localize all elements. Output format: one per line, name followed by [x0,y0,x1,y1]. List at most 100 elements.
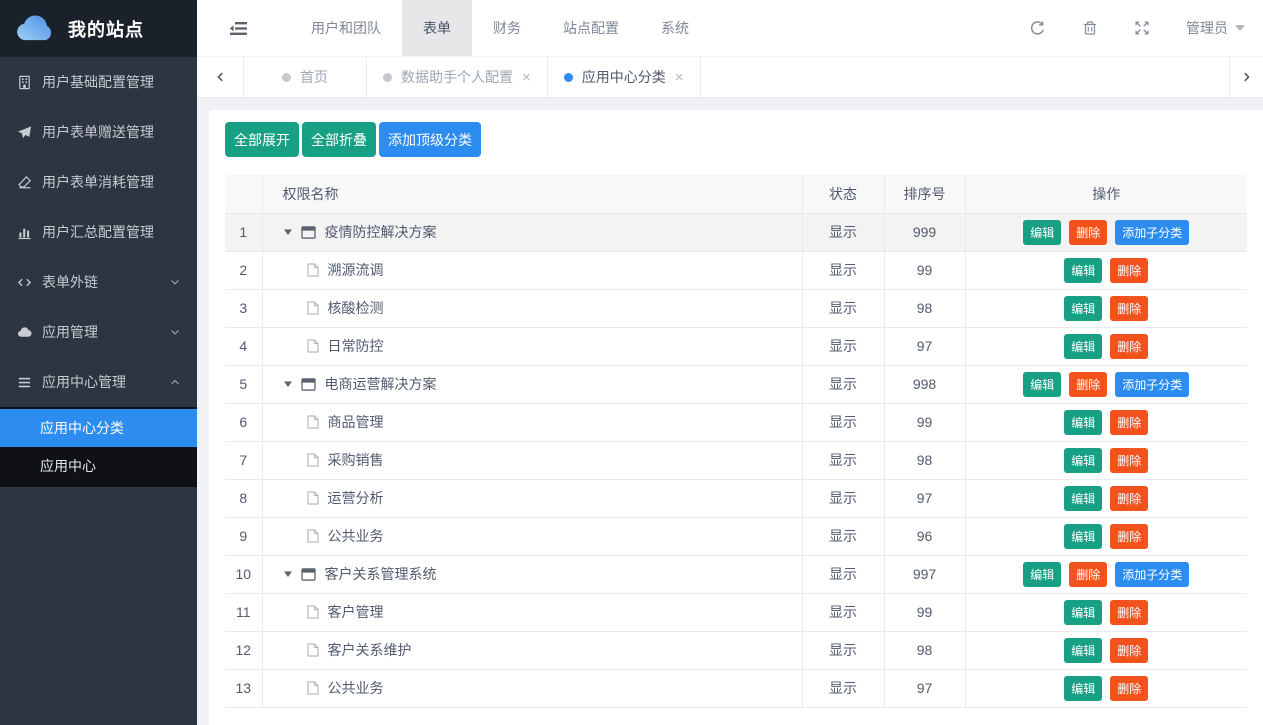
add-child-button[interactable]: 添加子分类 [1115,372,1189,397]
tab-item[interactable]: 首页 [244,57,367,97]
edit-button[interactable]: 编辑 [1023,562,1061,587]
delete-button[interactable]: 删除 [1110,296,1148,321]
row-index: 1 [225,213,262,251]
close-tab-icon[interactable]: × [522,70,531,85]
top-menu-item[interactable]: 表单 [402,0,472,56]
tab-label: 应用中心分类 [582,67,666,87]
sidebar-item[interactable]: 用户表单赠送管理 [0,107,197,157]
sidebar-item[interactable]: 用户基础配置管理 [0,57,197,107]
top-menu-item[interactable]: 财务 [472,0,542,56]
sidebar-item[interactable]: 用户汇总配置管理 [0,207,197,257]
sidebar-item-label: 用户基础配置管理 [42,72,181,92]
edit-button[interactable]: 编辑 [1064,448,1102,473]
delete-button[interactable]: 删除 [1110,524,1148,549]
admin-dropdown[interactable]: 管理员 [1186,18,1245,38]
edit-button[interactable]: 编辑 [1023,220,1061,245]
row-sort-number: 997 [884,555,965,593]
sidebar-subitem-label: 应用中心 [40,456,96,476]
sidebar-subitem[interactable]: 应用中心分类 [0,409,197,447]
edit-button[interactable]: 编辑 [1064,334,1102,359]
category-name: 溯源流调 [328,260,384,280]
add-child-button[interactable]: 添加子分类 [1115,220,1189,245]
tab-item[interactable]: 应用中心分类 × [548,57,701,97]
row-status: 显示 [802,213,884,251]
delete-button[interactable]: 删除 [1110,334,1148,359]
sidebar-item[interactable]: 表单外链 [0,257,197,307]
row-sort-number: 98 [884,289,965,327]
delete-button[interactable]: 删除 [1069,372,1107,397]
delete-button[interactable]: 删除 [1069,220,1107,245]
row-sort-number: 97 [884,669,965,707]
chevron-down-icon [169,276,181,288]
main-area: 用户和团队表单财务站点配置系统 管理 [197,0,1263,725]
page-content: 全部展开 全部折叠 添加顶级分类 权限名称 状态 排序号 操作 1疫情防控解决方… [197,98,1263,725]
add-child-button[interactable]: 添加子分类 [1115,562,1189,587]
sidebar-item[interactable]: 应用管理 [0,307,197,357]
edit-button[interactable]: 编辑 [1064,258,1102,283]
delete-button[interactable]: 删除 [1110,448,1148,473]
collapse-all-button[interactable]: 全部折叠 [302,122,376,157]
tab-status-dot [383,73,392,82]
row-status: 显示 [802,251,884,289]
top-menu-item[interactable]: 站点配置 [542,0,640,56]
delete-button[interactable]: 删除 [1110,600,1148,625]
delete-button[interactable]: 删除 [1110,486,1148,511]
edit-button[interactable]: 编辑 [1064,296,1102,321]
edit-button[interactable]: 编辑 [1064,638,1102,663]
row-actions: 编辑删除添加子分类 [965,365,1247,403]
add-top-category-button[interactable]: 添加顶级分类 [379,122,481,157]
top-menu-item[interactable]: 用户和团队 [290,0,402,56]
tree-collapse-icon[interactable] [283,227,293,237]
tab-item[interactable]: 数据助手个人配置× [367,57,548,97]
trash-icon[interactable] [1082,20,1098,36]
edit-button[interactable]: 编辑 [1023,372,1061,397]
content-card: 全部展开 全部折叠 添加顶级分类 权限名称 状态 排序号 操作 1疫情防控解决方… [209,110,1263,725]
file-icon [307,529,319,543]
sidebar-fold-icon[interactable] [229,21,248,36]
row-sort-number: 998 [884,365,965,403]
edit-button[interactable]: 编辑 [1064,410,1102,435]
row-status: 显示 [802,593,884,631]
top-menu-item-label: 财务 [493,18,521,38]
row-status: 显示 [802,365,884,403]
table-row: 7采购销售显示98编辑删除 [225,441,1247,479]
fullscreen-icon[interactable] [1134,20,1150,36]
sidebar-subitem[interactable]: 应用中心 [0,447,197,485]
edit-button[interactable]: 编辑 [1064,600,1102,625]
top-menu-item-label: 表单 [423,18,451,38]
tabs-scroll-left-icon[interactable] [197,57,244,97]
edit-button[interactable]: 编辑 [1064,524,1102,549]
close-tab-icon[interactable]: × [675,70,684,85]
category-name: 公共业务 [328,678,384,698]
row-status: 显示 [802,327,884,365]
expand-all-button[interactable]: 全部展开 [225,122,299,157]
row-actions: 编辑删除添加子分类 [965,555,1247,593]
folder-icon [301,568,316,581]
top-menu-item[interactable]: 系统 [640,0,710,56]
delete-button[interactable]: 删除 [1110,676,1148,701]
row-index: 4 [225,327,262,365]
row-sort-number: 98 [884,441,965,479]
delete-button[interactable]: 删除 [1110,258,1148,283]
refresh-icon[interactable] [1029,20,1046,37]
top-menu-item-label: 站点配置 [563,18,619,38]
sidebar-item[interactable]: 应用中心管理 [0,357,197,407]
row-sort-number: 999 [884,213,965,251]
sidebar-item[interactable]: 用户表单消耗管理 [0,157,197,207]
tree-collapse-icon[interactable] [283,379,293,389]
sidebar: 我的站点 用户基础配置管理用户表单赠送管理用户表单消耗管理用户汇总配置管理表单外… [0,0,197,725]
edit-button[interactable]: 编辑 [1064,676,1102,701]
header-status: 状态 [802,175,884,213]
tab-status-dot [282,73,291,82]
sidebar-subitem-label: 应用中心分类 [40,418,124,438]
row-index: 10 [225,555,262,593]
tab-list: 首页数据助手个人配置× 应用中心分类 × [244,57,701,97]
edit-button[interactable]: 编辑 [1064,486,1102,511]
delete-button[interactable]: 删除 [1110,638,1148,663]
tree-collapse-icon[interactable] [283,569,293,579]
cloud-logo-icon [13,13,59,44]
delete-button[interactable]: 删除 [1069,562,1107,587]
category-name: 疫情防控解决方案 [325,222,437,242]
tabs-scroll-right-icon[interactable] [1229,57,1263,97]
delete-button[interactable]: 删除 [1110,410,1148,435]
